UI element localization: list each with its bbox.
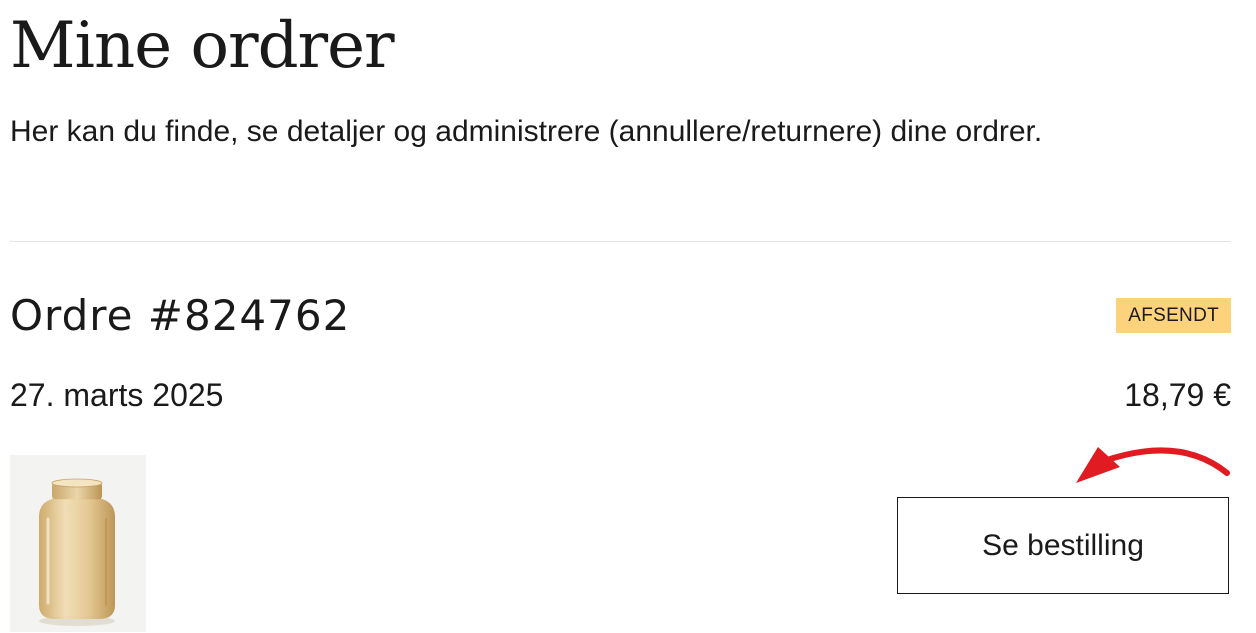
section-divider	[10, 241, 1231, 242]
order-date: 27. marts 2025	[10, 377, 224, 413]
annotation-arrow-icon	[1076, 447, 1230, 483]
page-subtitle: Her kan du finde, se detaljer og adminis…	[10, 115, 1043, 148]
vase-image	[39, 478, 115, 626]
view-order-button[interactable]: Se bestilling	[897, 497, 1229, 594]
product-thumbnail[interactable]	[10, 455, 146, 632]
order-number: Ordre #824762	[10, 291, 351, 340]
order-total: 18,79 €	[1124, 377, 1231, 413]
status-badge: AFSENDT	[1116, 298, 1231, 333]
page-title: Mine ordrer	[10, 9, 395, 83]
